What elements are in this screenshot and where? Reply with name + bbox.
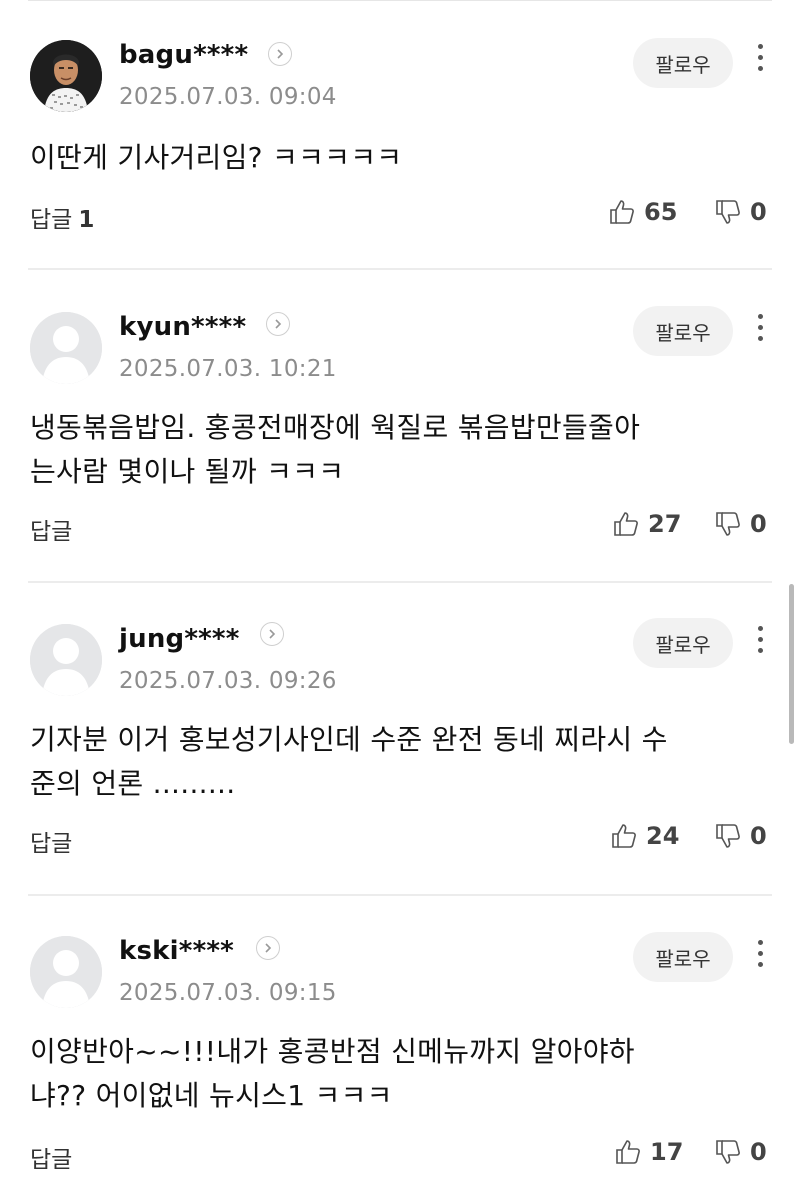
dislike-button[interactable]: 0: [714, 198, 767, 226]
timestamp: 2025.07.03. 10:21: [119, 356, 337, 382]
divider: [28, 268, 772, 270]
more-vertical-icon[interactable]: [750, 936, 770, 976]
like-count: 27: [648, 510, 682, 538]
timestamp: 2025.07.03. 09:04: [119, 84, 337, 110]
more-vertical-icon[interactable]: [750, 310, 770, 350]
reply-label: 답글: [30, 207, 73, 233]
username[interactable]: jung****: [119, 624, 240, 654]
comment-text-line: 기자분 이거 홍보성기사인데 수준 완전 동네 찌라시 수: [30, 723, 668, 756]
follow-button[interactable]: 팔로우: [633, 932, 733, 982]
comment-text: 이딴게 기사거리임? ㅋㅋㅋㅋㅋ: [30, 136, 750, 180]
dislike-button[interactable]: 0: [714, 510, 767, 538]
default-avatar[interactable]: [30, 624, 102, 696]
thumbs-down-icon: [716, 824, 740, 848]
chevron-right-icon[interactable]: [266, 312, 290, 336]
chevron-right-icon[interactable]: [268, 42, 292, 66]
follow-button[interactable]: 팔로우: [633, 38, 733, 88]
chevron-right-icon[interactable]: [256, 936, 280, 960]
username[interactable]: bagu****: [119, 40, 248, 70]
reply-button[interactable]: 답글: [30, 1140, 72, 1174]
comment-text: 냉동볶음밥임. 홍콩전매장에 웍질로 볶음밥만들줄아 는사람 몇이나 될까 ㅋㅋ…: [30, 406, 750, 494]
like-count: 65: [644, 198, 678, 226]
reply-label: 답글: [30, 831, 73, 857]
like-button[interactable]: 17: [614, 1138, 683, 1166]
timestamp: 2025.07.03. 09:26: [119, 668, 337, 694]
thumbs-down-icon: [716, 512, 740, 536]
comment-text-line: 이딴게 기사거리임? ㅋㅋㅋㅋㅋ: [30, 141, 403, 174]
user-avatar[interactable]: [30, 40, 102, 112]
reply-button[interactable]: 답글: [30, 512, 72, 546]
like-button[interactable]: 27: [612, 510, 681, 538]
like-button[interactable]: 24: [610, 822, 679, 850]
reply-label: 답글: [30, 1147, 73, 1173]
comment-text-line: 준의 언론 .........: [30, 767, 236, 800]
thumbs-up-icon: [614, 512, 638, 536]
comment-text-line: 냐?? 어이없네 뉴시스1 ㅋㅋㅋ: [30, 1079, 393, 1112]
divider: [28, 581, 772, 583]
like-count: 24: [646, 822, 680, 850]
more-vertical-icon[interactable]: [750, 622, 770, 662]
thumbs-up-icon: [610, 200, 634, 224]
username[interactable]: kyun****: [119, 312, 246, 342]
comment-item: kski**** 2025.07.03. 09:15 팔로우 이양반아~~!!!…: [0, 896, 800, 1202]
reply-count: 1: [78, 207, 95, 233]
comment-item: kyun**** 2025.07.03. 10:21 팔로우 냉동볶음밥임. 홍…: [0, 272, 800, 584]
more-vertical-icon[interactable]: [750, 40, 770, 80]
follow-button[interactable]: 팔로우: [633, 618, 733, 668]
username[interactable]: kski****: [119, 936, 234, 966]
dislike-count: 0: [750, 822, 767, 850]
comment-item: bagu**** 2025.07.03. 09:04 팔로우 이딴게 기사거리임…: [0, 0, 800, 270]
reply-button[interactable]: 답글 1: [30, 200, 94, 234]
dislike-button[interactable]: 0: [714, 1138, 767, 1166]
comment-item: jung**** 2025.07.03. 09:26 팔로우 기자분 이거 홍보…: [0, 584, 800, 896]
comment-text-line: 냉동볶음밥임. 홍콩전매장에 웍질로 볶음밥만들줄아: [30, 411, 641, 444]
default-avatar[interactable]: [30, 936, 102, 1008]
default-avatar[interactable]: [30, 312, 102, 384]
reply-button[interactable]: 답글: [30, 824, 72, 858]
dislike-count: 0: [750, 198, 767, 226]
thumbs-up-icon: [616, 1140, 640, 1164]
dislike-count: 0: [750, 1138, 767, 1166]
thumbs-up-icon: [612, 824, 636, 848]
thumbs-down-icon: [716, 200, 740, 224]
timestamp: 2025.07.03. 09:15: [119, 980, 337, 1006]
reply-label: 답글: [30, 519, 73, 545]
comment-text-line: 이양반아~~!!!내가 홍콩반점 신메뉴까지 알아야하: [30, 1035, 635, 1068]
comment-text: 이양반아~~!!!내가 홍콩반점 신메뉴까지 알아야하 냐?? 어이없네 뉴시스…: [30, 1030, 750, 1118]
like-count: 17: [650, 1138, 684, 1166]
comment-text: 기자분 이거 홍보성기사인데 수준 완전 동네 찌라시 수 준의 언론 ....…: [30, 718, 750, 806]
thumbs-down-icon: [716, 1140, 740, 1164]
scrollbar[interactable]: [789, 584, 794, 744]
follow-button[interactable]: 팔로우: [633, 306, 733, 356]
dislike-count: 0: [750, 510, 767, 538]
chevron-right-icon[interactable]: [260, 622, 284, 646]
dislike-button[interactable]: 0: [714, 822, 767, 850]
comment-text-line: 는사람 몇이나 될까 ㅋㅋㅋ: [30, 455, 345, 488]
like-button[interactable]: 65: [608, 198, 677, 226]
